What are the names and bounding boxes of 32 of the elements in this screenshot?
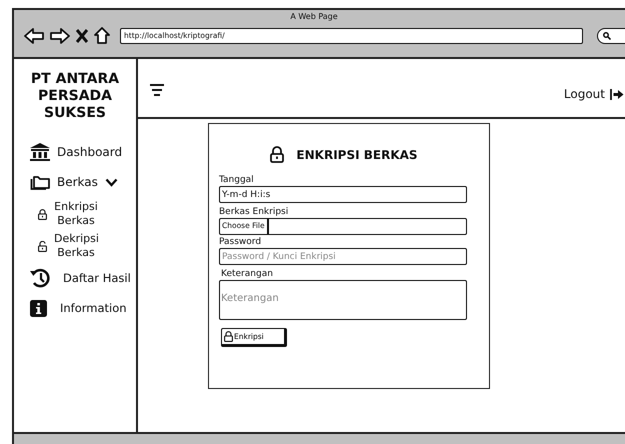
field-label: Password [219,237,262,247]
logout-link[interactable]: Logout [564,87,624,101]
submenu-item[interactable]: Dekripsi Berkas [14,232,136,260]
field-label: Keterangan [221,269,274,279]
sidebar-item[interactable]: Daftar Hasil [14,266,136,290]
window-title: A Web Page [289,11,339,21]
sidebar-item[interactable]: Information [14,296,136,320]
bank-icon [30,143,50,161]
lock-icon [270,146,284,163]
form-title: ENKRIPSI BERKAS [296,148,418,162]
lock-icon [224,331,233,342]
folder-icon [30,174,50,190]
back-icon[interactable] [24,28,44,44]
lock-icon [38,208,47,220]
field-label: Berkas Enkripsi [219,207,290,217]
field-label: Tanggal [219,175,255,185]
sidebar-item[interactable]: Berkas [14,170,136,194]
history-icon [30,268,50,288]
unlock-icon [38,240,47,252]
home-icon[interactable] [94,27,110,44]
company-name: PT ANTARA PERSADA SUKSES [30,70,120,122]
forward-icon[interactable] [50,28,70,44]
textarea-field[interactable]: Keterangan [219,280,467,320]
sidebar-item[interactable]: Dashboard [14,140,136,164]
submenu-item[interactable]: Enkripsi Berkas [14,200,136,228]
logout-icon [610,88,624,100]
info-icon [30,300,47,316]
close-icon[interactable] [76,28,88,42]
search-icon [603,32,611,40]
menu-icon[interactable] [150,83,164,97]
input-field[interactable]: Password / Kunci Enkripsi [219,248,467,265]
input-field[interactable]: Y-m-d H:i:s [219,186,467,203]
